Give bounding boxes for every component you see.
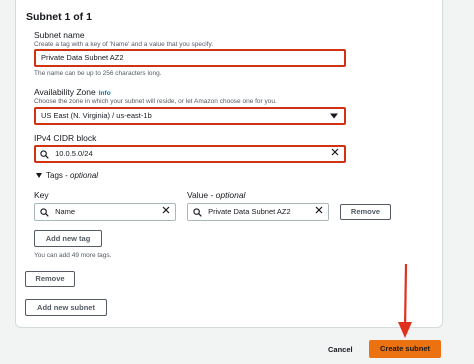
tag-key-value: Name [55,207,76,216]
annotation-arrow-icon [398,263,412,338]
az-selected-value: US East (N. Virginia) / us-east-1b [41,111,152,120]
az-label-text: Availability Zone [34,87,96,97]
subnet-name-hint: The name can be up to 256 characters lon… [34,70,162,77]
tag-value-input[interactable]: Private Data Subnet AZ2 [187,203,329,221]
tag-key-header: Key [34,190,49,200]
clear-icon[interactable] [331,147,339,161]
tags-remaining-hint: You can add 49 more tags. [34,252,112,259]
subnet-name-value: Private Data Subnet AZ2 [41,53,124,62]
cidr-input[interactable]: 10.0.5.0/24 [34,145,346,163]
caret-expanded-icon [36,173,42,179]
subnet-name-label: Subnet name [34,30,85,40]
tag-value-header-text: Value [187,190,209,200]
tag-value-header: Value - optional [187,190,246,200]
create-subnet-button[interactable]: Create subnet [369,340,441,358]
tags-toggle[interactable]: Tags - optional [36,171,98,180]
clear-icon[interactable] [315,204,323,220]
section-title: Subnet 1 of 1 [26,11,92,23]
add-tag-button[interactable]: Add new tag [34,230,102,247]
search-icon [40,207,49,217]
az-label: Availability Zone Info [34,87,111,97]
cidr-value: 10.0.5.0/24 [55,149,93,158]
subnet-card: Subnet 1 of 1 Subnet name Create a tag w… [15,0,443,328]
tags-optional-label: optional [70,171,99,180]
subnet-name-input[interactable]: Private Data Subnet AZ2 [34,49,346,67]
caret-down-icon [330,113,338,119]
tags-toggle-label: Tags [46,171,63,180]
add-subnet-button[interactable]: Add new subnet [25,299,107,316]
tag-value-optional: optional [215,190,246,200]
tag-key-input[interactable]: Name [34,203,176,221]
remove-tag-button[interactable]: Remove [340,204,391,220]
search-icon [193,207,202,217]
remove-subnet-button[interactable]: Remove [25,271,75,287]
clear-icon[interactable] [162,204,170,220]
search-icon [40,149,49,159]
az-description: Choose the zone in which your subnet wil… [34,98,277,105]
arrow-shaft [403,263,408,331]
az-info-link[interactable]: Info [99,90,111,97]
tag-value-value: Private Data Subnet AZ2 [208,207,291,216]
az-select[interactable]: US East (N. Virginia) / us-east-1b [34,107,346,125]
subnet-name-description: Create a tag with a key of 'Name' and a … [34,41,214,48]
arrow-head [398,322,412,338]
cancel-button[interactable]: Cancel [328,345,353,354]
cidr-label: IPv4 CIDR block [34,133,97,143]
